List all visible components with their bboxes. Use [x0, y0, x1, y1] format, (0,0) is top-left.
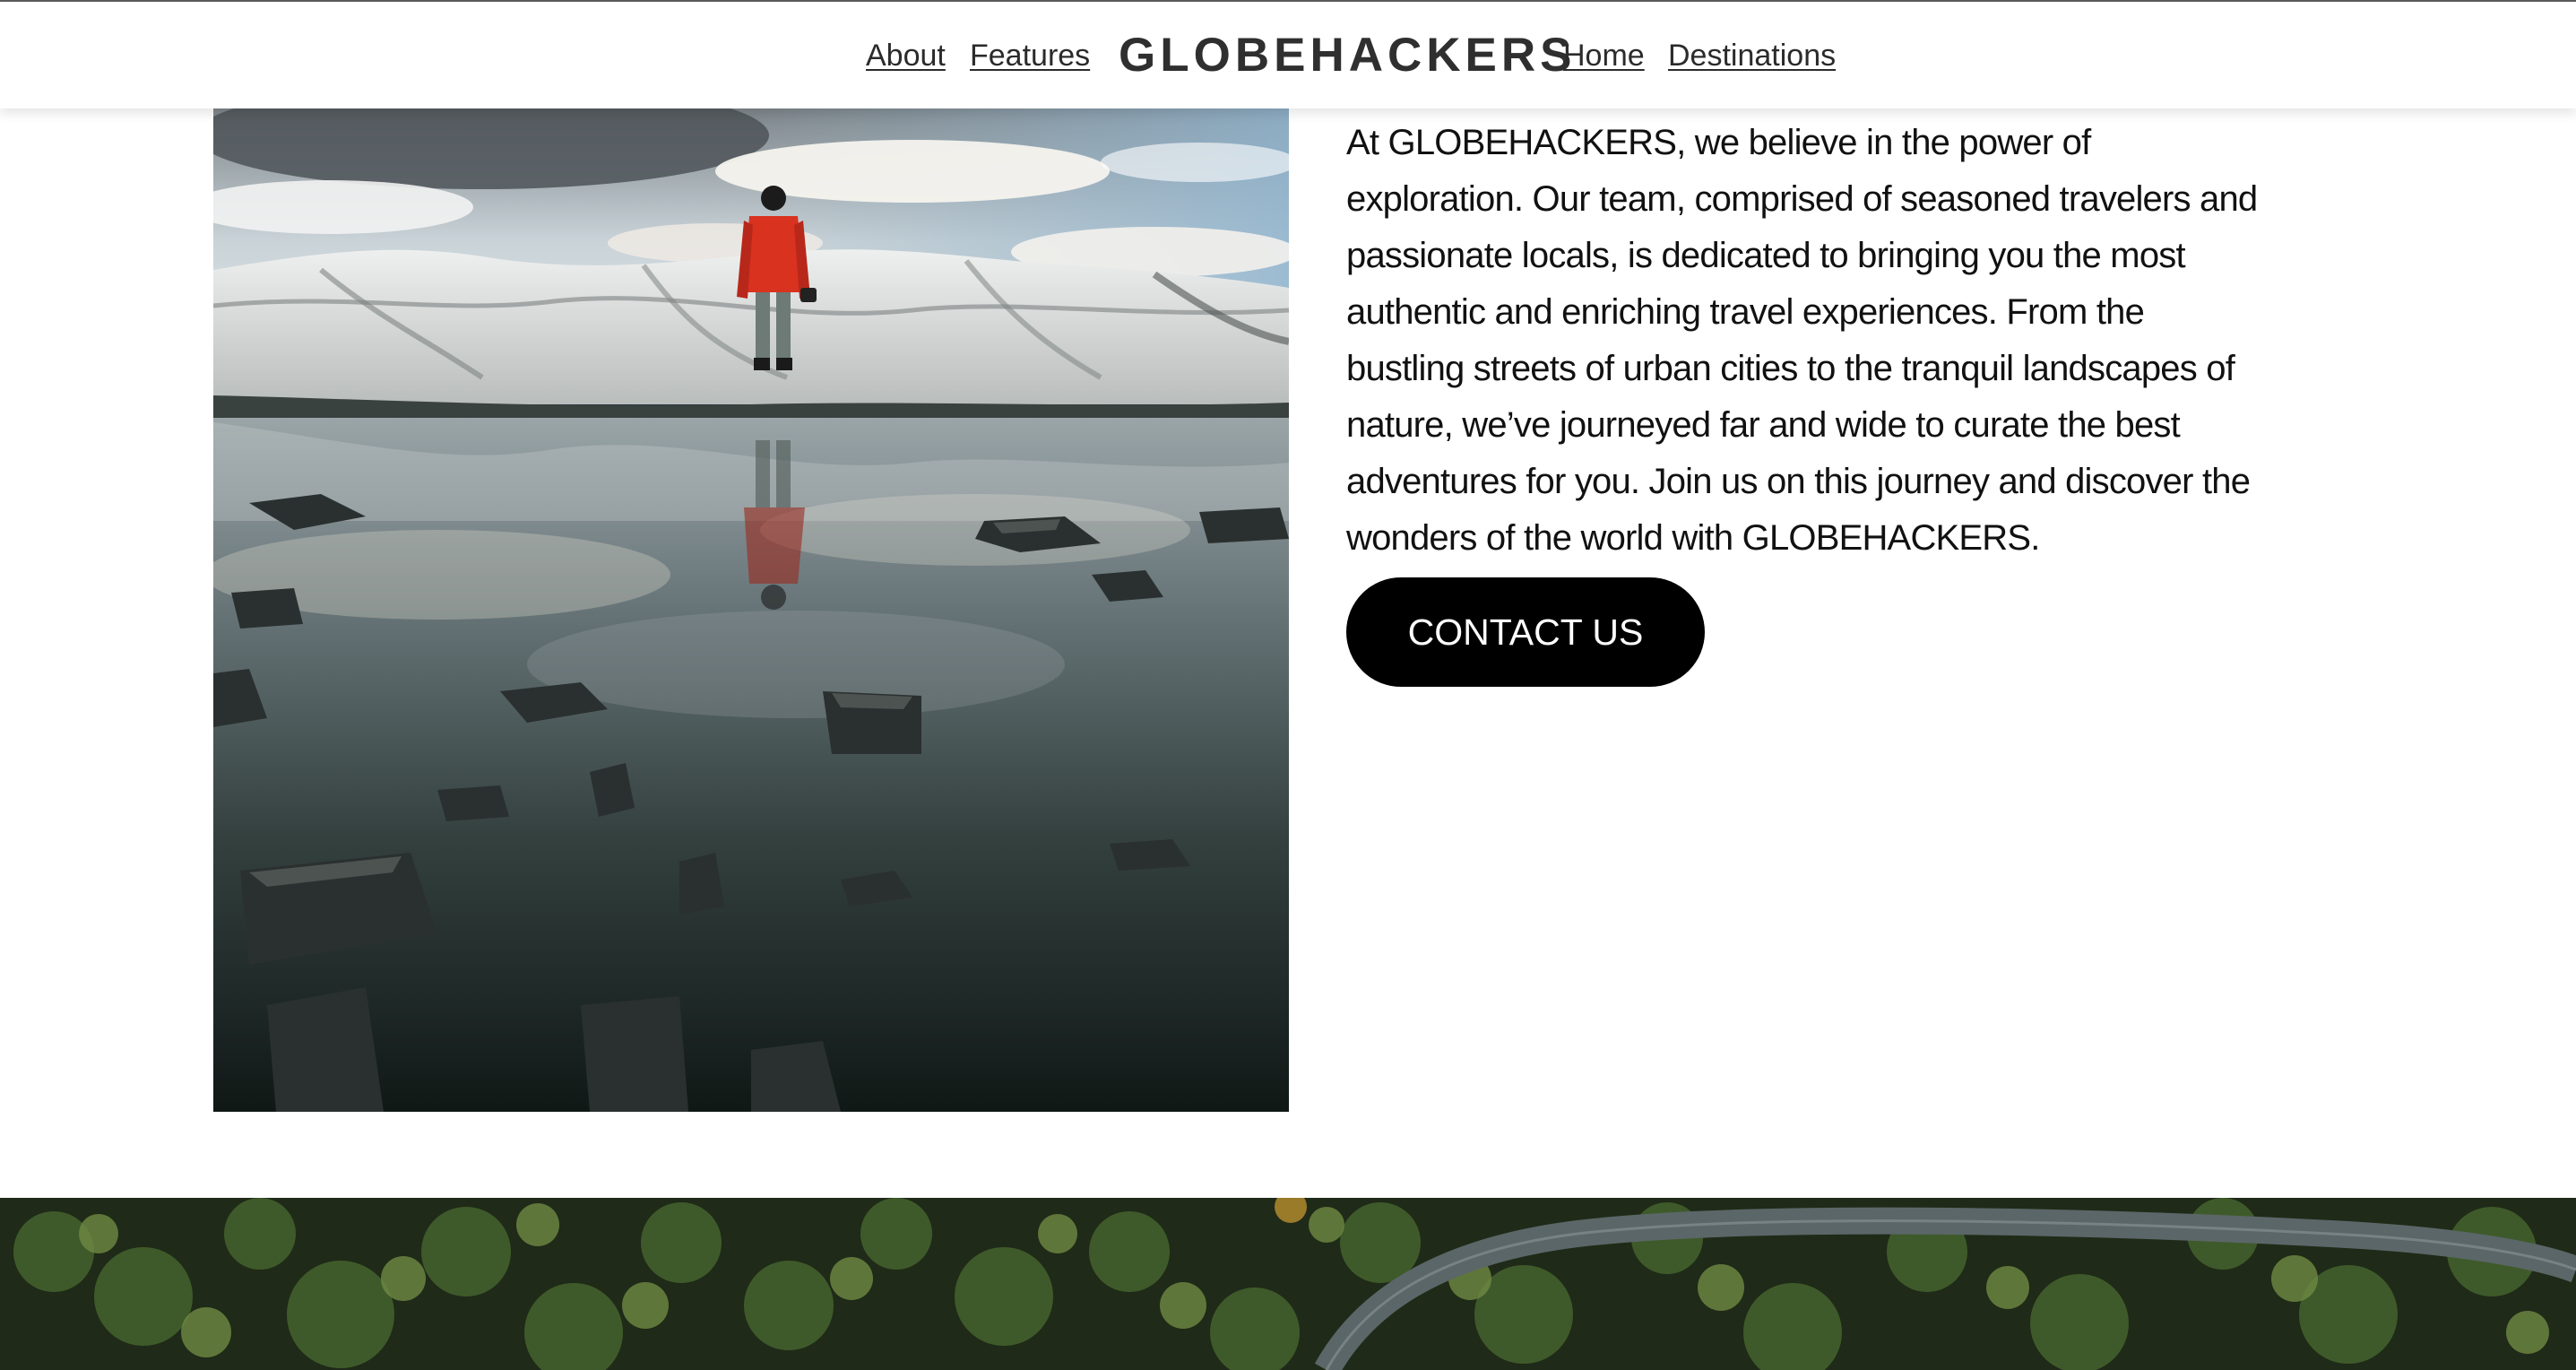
nav-link-destinations[interactable]: Destinations	[1668, 36, 1836, 75]
about-paragraph: At GLOBEHACKERS, we believe in the power…	[1346, 123, 2258, 558]
traveler-glacier-photo	[213, 108, 1289, 1112]
brand-logo[interactable]: GLOBEHACKERS	[1119, 29, 1577, 82]
forest-road-photo	[0, 1198, 2576, 1370]
site-header: About Features GLOBEHACKERS Home Destina…	[0, 0, 2576, 108]
page: About Features GLOBEHACKERS Home Destina…	[0, 0, 2576, 1370]
contact-us-button[interactable]: CONTACT US	[1346, 577, 1705, 687]
nav-link-features[interactable]: Features	[970, 36, 1090, 75]
nav-link-home[interactable]: Home	[1563, 36, 1645, 75]
nav-link-about[interactable]: About	[866, 36, 946, 75]
